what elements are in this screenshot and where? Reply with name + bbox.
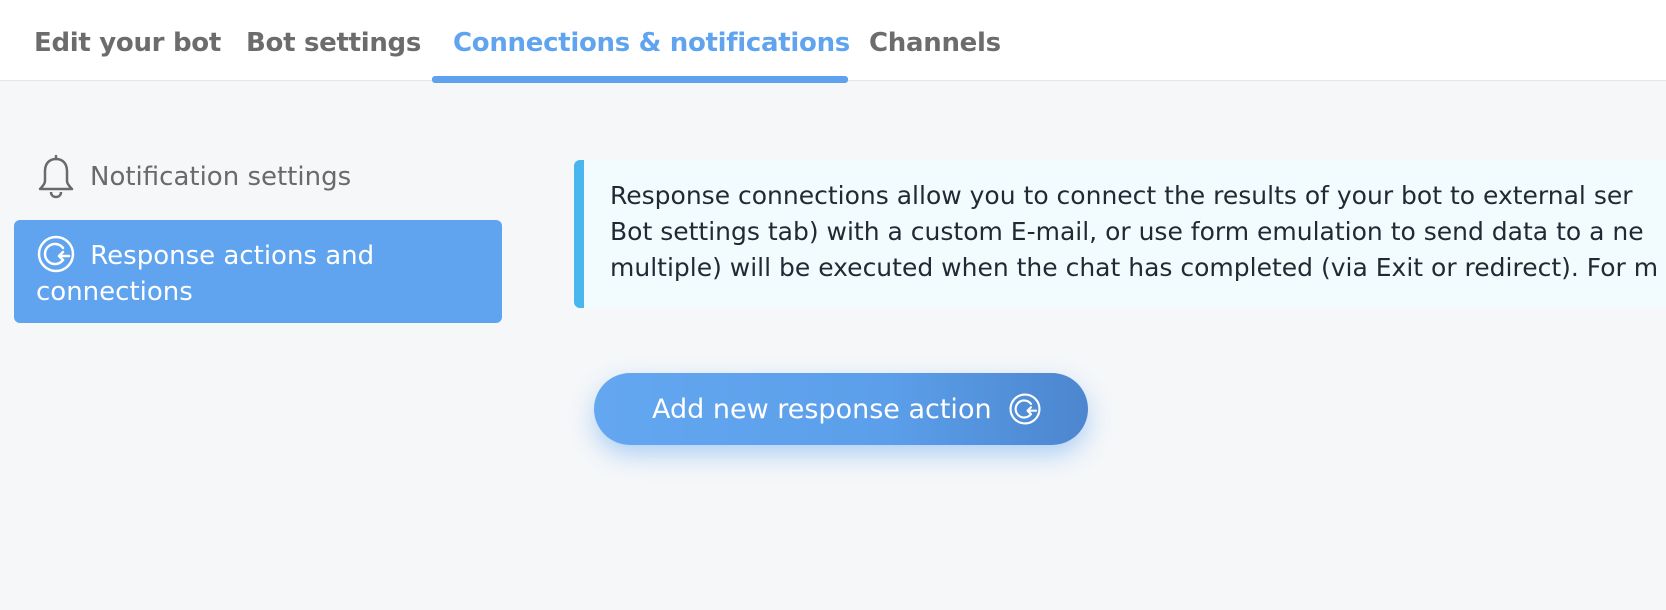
response-action-icon (1008, 392, 1042, 426)
info-text-line: multiple) will be executed when the chat… (610, 253, 1659, 282)
add-response-action-button[interactable]: Add new response action (594, 373, 1088, 445)
top-navigation: Edit your bot Bot settings Connections &… (0, 0, 1666, 83)
button-label: Add new response action (652, 393, 992, 425)
sidebar-item-label: Response actions and connections (36, 241, 375, 307)
response-action-icon (36, 234, 76, 274)
bell-icon (36, 154, 76, 199)
info-text-line: Response connections allow you to connec… (610, 181, 1633, 210)
sidebar-item-notification-settings[interactable]: Notification settings (36, 154, 506, 199)
sidebar-item-label: Notification settings (90, 162, 352, 192)
tab-edit-your-bot[interactable]: Edit your bot (34, 28, 221, 58)
sidebar-item-response-actions[interactable]: Response actions and connections (14, 220, 502, 323)
info-message-box: Response connections allow you to connec… (574, 160, 1666, 308)
info-text-line: Bot settings tab) with a custom E-mail, … (610, 217, 1644, 246)
tab-connections-notifications[interactable]: Connections & notifications (453, 28, 850, 58)
tab-bot-settings[interactable]: Bot settings (246, 28, 421, 58)
tab-channels[interactable]: Channels (869, 28, 1001, 58)
active-tab-indicator (432, 76, 848, 83)
